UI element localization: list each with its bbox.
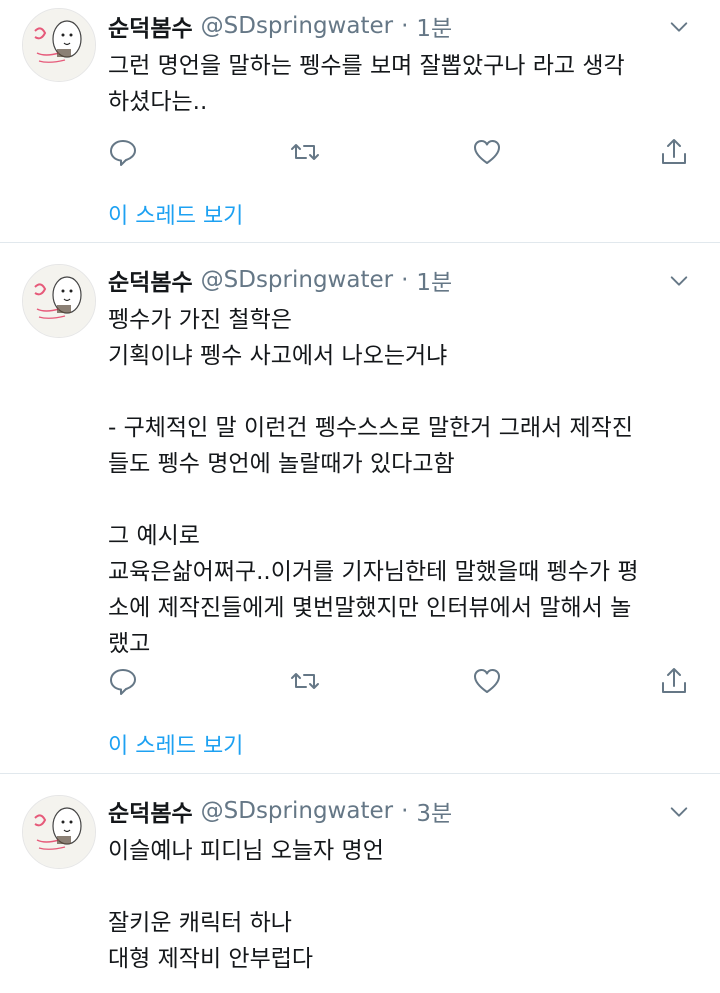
tweet-line: 잘키운 캐릭터 하나 bbox=[108, 910, 292, 936]
user-handle[interactable]: @SDspringwater bbox=[201, 798, 393, 824]
retweet-icon[interactable] bbox=[290, 137, 322, 169]
tweet[interactable]: 순덕봄수 @SDspringwater · 1분 그런 명언을 말하는 펭수를 … bbox=[0, 0, 720, 243]
tweet-line: - 구체적인 말 이런건 펭수스스로 말한거 그래서 제작진 bbox=[108, 415, 633, 441]
timestamp[interactable]: 3분 bbox=[416, 794, 452, 828]
tweet-line bbox=[108, 482, 698, 518]
user-handle[interactable]: @SDspringwater bbox=[201, 13, 393, 39]
share-icon[interactable] bbox=[659, 137, 691, 169]
share-icon[interactable] bbox=[659, 666, 691, 698]
tweet-text: 그런 명언을 말하는 펭수를 보며 잘뽑았구나 라고 생각 하셨다는.. bbox=[108, 48, 698, 120]
display-name[interactable]: 순덕봄수 bbox=[108, 794, 193, 828]
timestamp[interactable]: 1분 bbox=[416, 9, 452, 43]
tweet-line: 그런 명언을 말하는 펭수를 보며 잘뽑았구나 라고 생각 bbox=[108, 53, 625, 79]
user-handle[interactable]: @SDspringwater bbox=[201, 267, 393, 293]
tweet-line: 그 예시로 bbox=[108, 523, 200, 549]
tweet-line: 들도 펭수 명언에 놀랄때가 있다고함 bbox=[108, 451, 455, 477]
avatar-image bbox=[23, 265, 95, 337]
display-name[interactable]: 순덕봄수 bbox=[108, 263, 193, 297]
tweet-line: 기획이냐 펭수 사고에서 나오는거냐 bbox=[108, 343, 448, 369]
separator-dot: · bbox=[401, 267, 409, 293]
tweet-line: 교육은삶어쩌구..이거를 기자님한테 말했을때 펭수가 평 bbox=[108, 559, 639, 585]
tweet-line: 대형 제작비 안부럽다 bbox=[108, 946, 314, 972]
chevron-down-icon[interactable] bbox=[668, 16, 690, 38]
tweet-line: 펭수가 가진 철학은 bbox=[108, 307, 292, 333]
avatar-image bbox=[23, 796, 95, 868]
tweet-line bbox=[108, 869, 698, 905]
tweet-line: 하셨다는.. bbox=[108, 89, 208, 115]
tweet-header: 순덕봄수 @SDspringwater · 1분 bbox=[108, 262, 452, 298]
tweet[interactable]: 순덕봄수 @SDspringwater · 3분 이슬예나 피디님 오늘자 명언… bbox=[0, 773, 720, 993]
tweet-line: 랬고 bbox=[108, 631, 151, 657]
avatar[interactable] bbox=[22, 795, 96, 869]
action-bar bbox=[108, 137, 698, 169]
tweet-line bbox=[108, 374, 698, 410]
action-bar bbox=[108, 666, 698, 698]
separator-dot: · bbox=[401, 13, 409, 39]
tweet-line: 이슬예나 피디님 오늘자 명언 bbox=[108, 838, 384, 864]
retweet-icon[interactable] bbox=[290, 666, 322, 698]
like-heart-icon[interactable] bbox=[472, 137, 504, 169]
reply-icon[interactable] bbox=[108, 666, 140, 698]
tweet-header: 순덕봄수 @SDspringwater · 1분 bbox=[108, 8, 452, 44]
show-thread-link[interactable]: 이 스레드 보기 bbox=[108, 728, 243, 760]
tweet-text: 펭수가 가진 철학은 기획이냐 펭수 사고에서 나오는거냐 - 구체적인 말 이… bbox=[108, 302, 698, 662]
avatar[interactable] bbox=[22, 264, 96, 338]
timestamp[interactable]: 1분 bbox=[416, 263, 452, 297]
separator-dot: · bbox=[401, 798, 409, 824]
avatar-image bbox=[23, 9, 95, 81]
show-thread-link[interactable]: 이 스레드 보기 bbox=[108, 198, 243, 230]
reply-icon[interactable] bbox=[108, 137, 140, 169]
chevron-down-icon[interactable] bbox=[668, 801, 690, 823]
tweet[interactable]: 순덕봄수 @SDspringwater · 1분 펭수가 가진 철학은 기획이냐… bbox=[0, 242, 720, 774]
tweet-text: 이슬예나 피디님 오늘자 명언 잘키운 캐릭터 하나 대형 제작비 안부럽다 bbox=[108, 833, 698, 977]
tweet-line: 소에 제작진들에게 몇번말했지만 인터뷰에서 말해서 놀 bbox=[108, 595, 632, 621]
tweet-header: 순덕봄수 @SDspringwater · 3분 bbox=[108, 793, 452, 829]
avatar[interactable] bbox=[22, 8, 96, 82]
display-name[interactable]: 순덕봄수 bbox=[108, 9, 193, 43]
chevron-down-icon[interactable] bbox=[668, 270, 690, 292]
like-heart-icon[interactable] bbox=[472, 666, 504, 698]
